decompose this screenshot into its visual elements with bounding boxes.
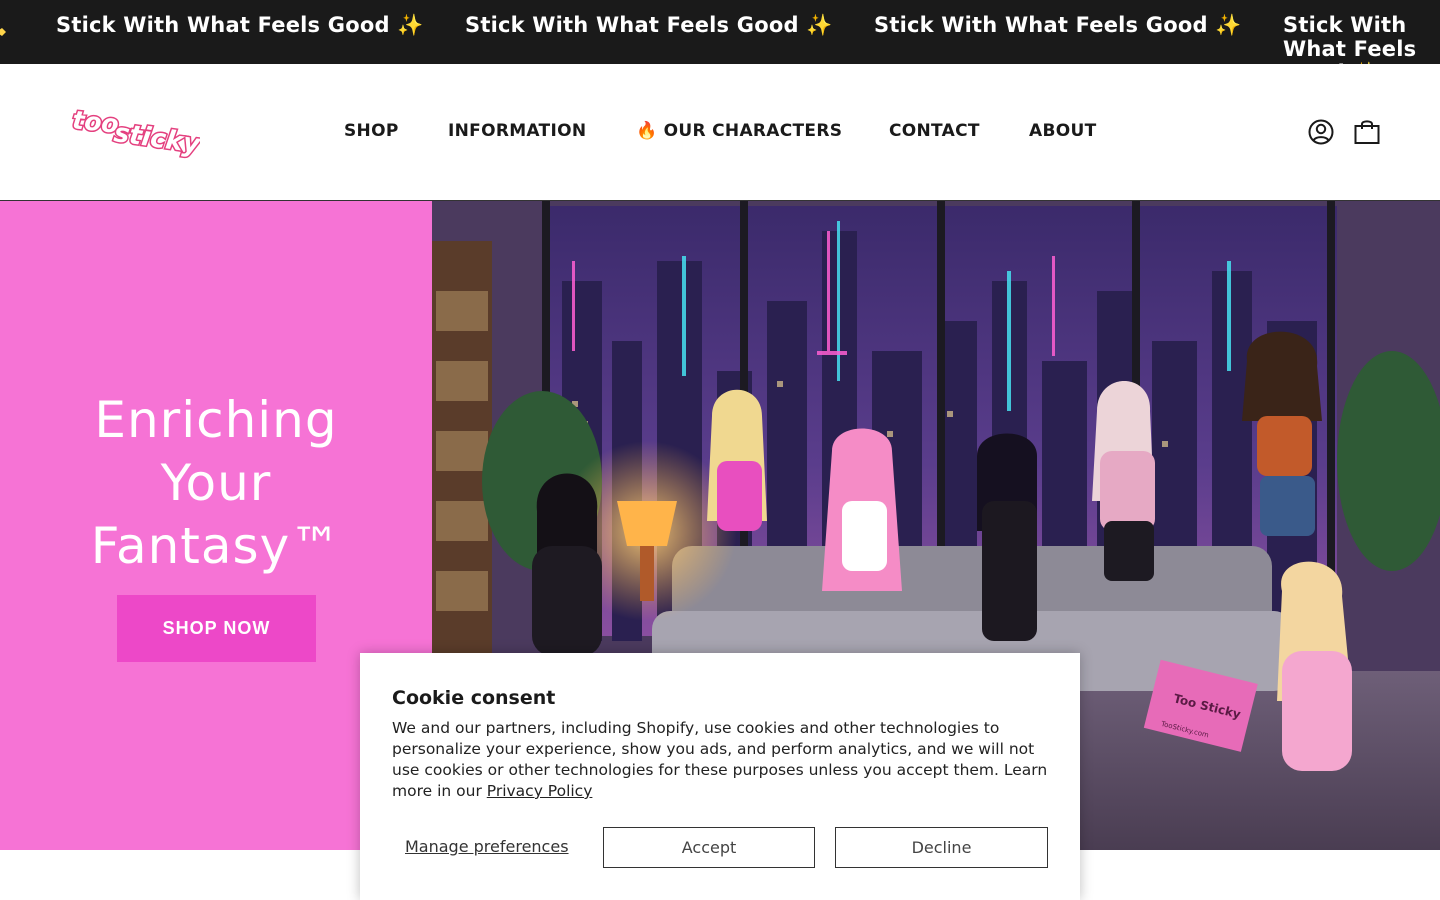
shop-now-button[interactable]: SHOP NOW: [117, 595, 316, 662]
site-logo[interactable]: too sticky: [70, 104, 205, 162]
hero-title-line: Enriching: [94, 391, 338, 449]
manage-preferences-link[interactable]: Manage preferences: [405, 837, 569, 856]
cookie-title: Cookie consent: [392, 687, 556, 709]
hero-title: Enriching Your Fantasy™: [40, 389, 392, 578]
cookie-consent-banner: Cookie consent We and our partners, incl…: [360, 653, 1080, 900]
site-header: too sticky SHOP INFORMATION 🔥 OUR CHARAC…: [0, 64, 1440, 201]
accept-button[interactable]: Accept: [603, 827, 815, 868]
cart-button[interactable]: [1353, 118, 1381, 146]
hero-title-line: Your: [160, 454, 272, 512]
privacy-policy-link[interactable]: Privacy Policy: [487, 782, 593, 800]
too-sticky-logo: too sticky: [70, 104, 205, 162]
nav-about[interactable]: ABOUT: [1029, 121, 1096, 141]
nav-information[interactable]: INFORMATION: [448, 121, 586, 141]
shopping-bag-icon: [1354, 120, 1380, 144]
announcement-text: Stick With What Feels Good ✨: [56, 13, 424, 37]
account-button[interactable]: [1307, 118, 1335, 146]
nav-shop[interactable]: SHOP: [344, 121, 399, 141]
announcement-text: Stick With What Feels Good ✨: [874, 13, 1242, 37]
nav-contact[interactable]: CONTACT: [889, 121, 980, 141]
sparkle-icon: [0, 28, 6, 36]
announcement-bar: Stick With What Feels Good ✨ Stick With …: [0, 0, 1440, 64]
announcement-text: Stick With What Feels Good ✨: [465, 13, 833, 37]
hero-title-line: Fantasy™: [90, 517, 342, 575]
nav-our-characters[interactable]: 🔥 OUR CHARACTERS: [636, 121, 842, 141]
cookie-body: We and our partners, including Shopify, …: [392, 718, 1052, 802]
user-icon: [1308, 119, 1334, 145]
decline-button[interactable]: Decline: [835, 827, 1048, 868]
svg-text:too: too: [71, 106, 120, 139]
svg-text:sticky: sticky: [112, 118, 200, 160]
announcement-text: Stick With What Feels Good ✨: [1283, 13, 1417, 64]
